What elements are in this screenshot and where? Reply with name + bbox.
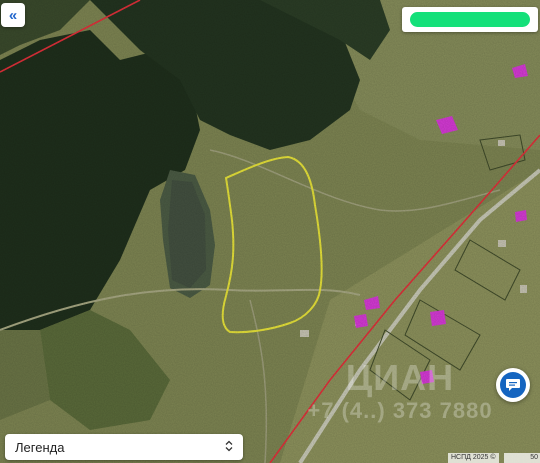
watermark-brand: ЦИАН: [345, 357, 455, 398]
chevron-updown-icon: [225, 440, 233, 455]
double-chevron-left-icon: «: [8, 6, 18, 24]
scale-label: 50: [530, 454, 538, 461]
legend-label: Легенда: [15, 439, 65, 455]
chat-button[interactable]: [496, 368, 530, 402]
redacted-title-box: [402, 7, 538, 32]
map-attribution: НСПД 2025 ©: [448, 453, 499, 463]
chat-bubble-icon: [500, 372, 526, 398]
legend-select[interactable]: Легенда: [5, 434, 243, 460]
watermark-phone: +7 (4..) 373 7880: [307, 398, 493, 423]
watermark: ЦИАН +7 (4..) 373 7880: [300, 360, 500, 424]
scale-bar: 50: [504, 453, 540, 463]
redaction-scribble: [410, 12, 530, 27]
collapse-panel-button[interactable]: «: [1, 3, 25, 27]
